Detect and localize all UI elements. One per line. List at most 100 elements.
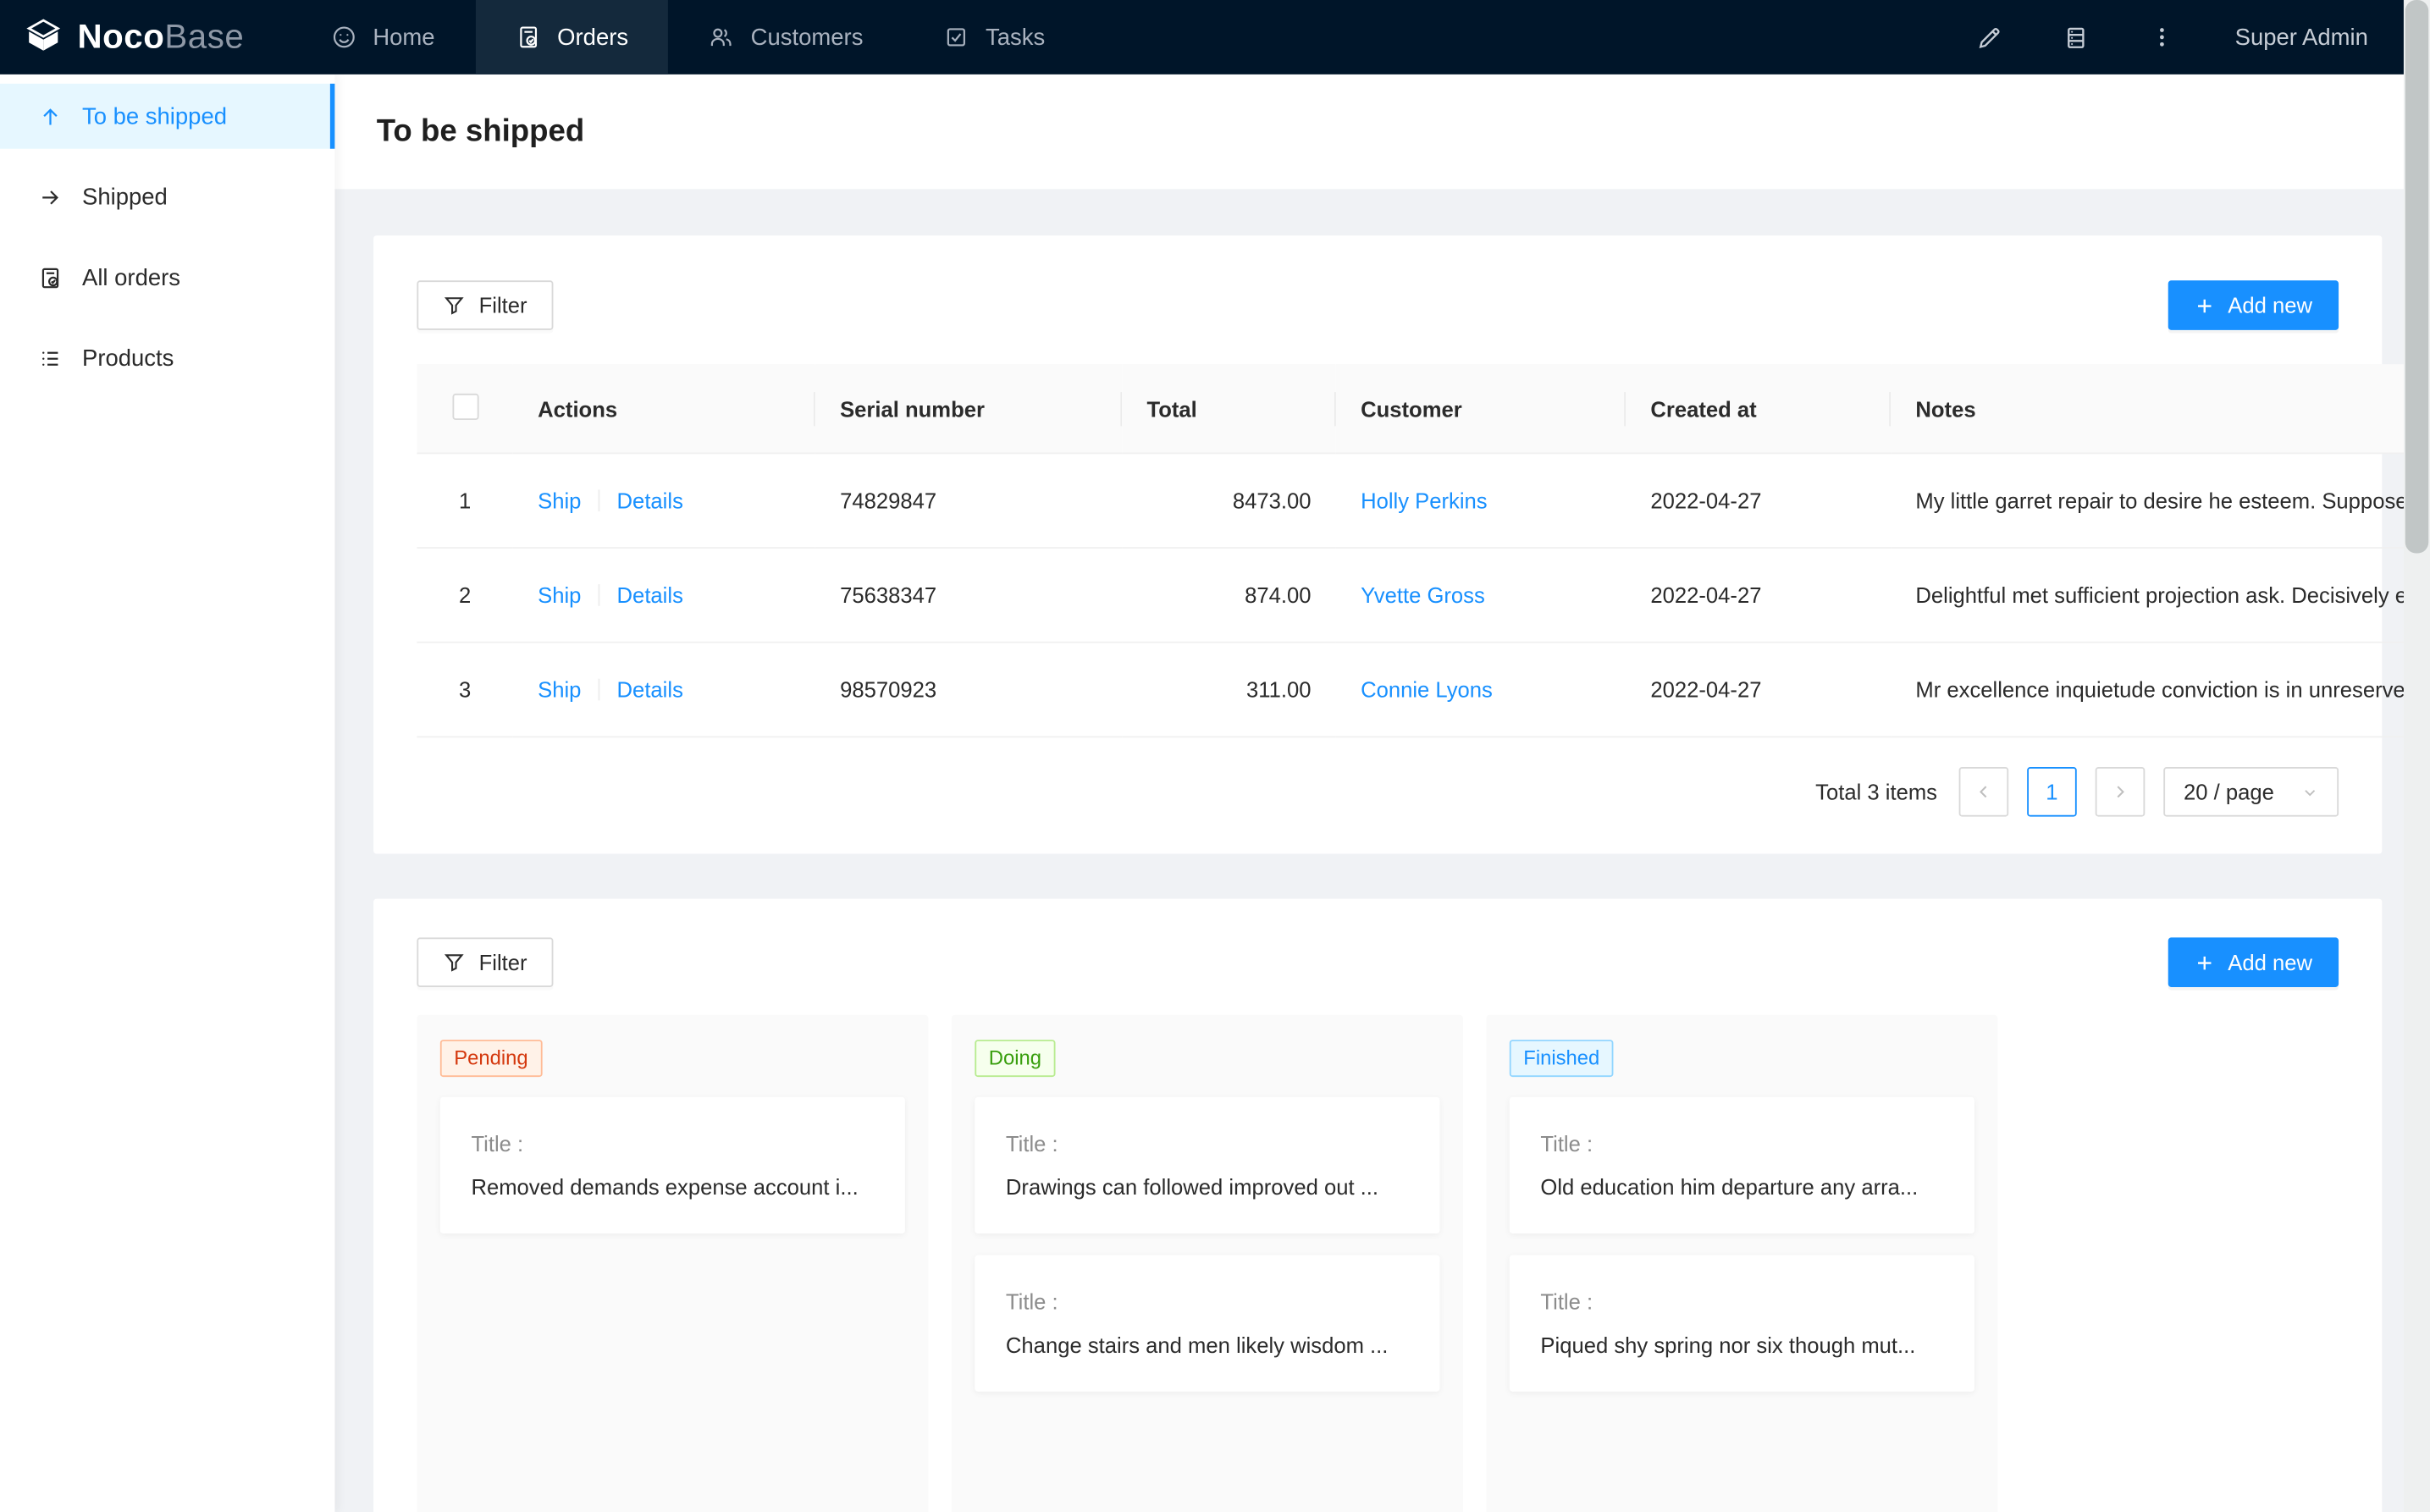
task-card[interactable]: Title : Piqued shy spring nor six though…	[1510, 1255, 1974, 1392]
notes-cell: Mr excellence inquietude conviction is i…	[1891, 643, 2430, 737]
arrow-up-icon	[39, 105, 62, 128]
row-actions: Ship Details	[513, 453, 815, 548]
sidebar-item-all-orders[interactable]: All orders	[0, 245, 334, 310]
table-header-row: Actions Serial number Total Customer Cre…	[417, 364, 2430, 453]
sidebar: To be shipped Shipped All orders	[0, 74, 334, 1512]
task-card[interactable]: Title : Change stairs and men likely wis…	[975, 1255, 1439, 1392]
table-row: 1 ShipDetails 74829847 8473.00 Holly Per…	[417, 453, 2430, 548]
customers-icon	[709, 25, 733, 49]
ship-link[interactable]: Ship	[538, 582, 581, 607]
sidebar-item-products[interactable]: Products	[0, 325, 334, 390]
col-header-created-at: Created at	[1626, 364, 1891, 453]
scrollbar-thumb[interactable]	[2405, 0, 2428, 553]
total-cell: 311.00	[1122, 643, 1336, 737]
task-title: Old education him departure any arra...	[1540, 1174, 1943, 1199]
vertical-scrollbar[interactable]	[2404, 0, 2430, 1512]
ship-link[interactable]: Ship	[538, 677, 581, 702]
task-field-label: Title :	[471, 1131, 874, 1156]
main-nav-tabs: Home Orders	[290, 0, 1085, 74]
highlighter-icon[interactable]	[1976, 24, 2002, 50]
pagination-total: Total 3 items	[1815, 780, 1937, 804]
tasks-kanban-card: Filter Add new Pending	[373, 899, 2382, 1512]
add-new-button[interactable]: Add new	[2168, 280, 2339, 330]
pagination: Total 3 items 1 20 / page	[417, 767, 2339, 817]
tab-label: Tasks	[986, 24, 1045, 50]
ship-link[interactable]: Ship	[538, 488, 581, 513]
row-index: 1	[417, 453, 512, 548]
customer-link[interactable]: Yvette Gross	[1361, 582, 1485, 607]
customer-link[interactable]: Connie Lyons	[1361, 677, 1493, 702]
task-card[interactable]: Title : Drawings can followed improved o…	[975, 1097, 1439, 1233]
kanban-column-finished: Finished Title : Old education him depar…	[1486, 1015, 1997, 1512]
status-badge-doing: Doing	[975, 1040, 1055, 1077]
filter-button[interactable]: Filter	[417, 937, 553, 987]
kanban-column-doing: Doing Title : Drawings can followed impr…	[952, 1015, 1463, 1512]
orders-table: Actions Serial number Total Customer Cre…	[417, 364, 2430, 737]
sidebar-item-label: Shipped	[82, 184, 168, 210]
row-index: 2	[417, 548, 512, 643]
server-icon[interactable]	[2063, 24, 2089, 50]
document-check-icon	[39, 266, 62, 289]
page-size-select[interactable]: 20 / page	[2163, 767, 2339, 817]
details-link[interactable]: Details	[617, 582, 683, 607]
logo-text: NocoBase	[78, 17, 245, 58]
row-actions: Ship Details	[513, 643, 815, 737]
orders-table-card: Filter Add new	[373, 235, 2382, 853]
col-header-serial: Serial number	[815, 364, 1122, 453]
prev-page-button[interactable]	[1959, 767, 2009, 817]
notes-cell: Delightful met sufficient projection ask…	[1891, 548, 2430, 643]
top-navbar: NocoBase Home	[0, 0, 2404, 74]
sidebar-item-shipped[interactable]: Shipped	[0, 164, 334, 229]
kanban-column-pending: Pending Title : Removed demands expense …	[417, 1015, 928, 1512]
orders-file-icon	[516, 25, 540, 49]
arrow-right-icon	[39, 185, 62, 208]
navbar-right: Super Admin	[1976, 24, 2404, 50]
nocobase-logo[interactable]: NocoBase	[0, 17, 272, 58]
customer-link[interactable]: Holly Perkins	[1361, 488, 1488, 513]
tab-tasks[interactable]: Tasks	[903, 0, 1085, 74]
task-title: Change stairs and men likely wisdom ...	[1006, 1333, 1409, 1357]
filter-funnel-icon	[443, 952, 465, 974]
sidebar-item-label: To be shipped	[82, 103, 227, 130]
task-field-label: Title :	[1006, 1131, 1409, 1156]
orders-toolbar: Filter Add new	[417, 280, 2339, 330]
next-page-button[interactable]	[2096, 767, 2146, 817]
kebab-menu-icon[interactable]	[2150, 25, 2174, 49]
plus-icon	[2194, 295, 2214, 316]
notes-cell: My little garret repair to desire he est…	[1891, 453, 2430, 548]
kanban-board: Pending Title : Removed demands expense …	[417, 1015, 2339, 1512]
sidebar-item-label: All orders	[82, 264, 180, 290]
tab-customers[interactable]: Customers	[669, 0, 903, 74]
action-divider	[599, 489, 600, 511]
select-all-checkbox[interactable]	[452, 393, 478, 419]
action-divider	[599, 679, 600, 701]
task-title: Drawings can followed improved out ...	[1006, 1174, 1409, 1199]
col-header-notes: Notes	[1891, 364, 2430, 453]
total-cell: 874.00	[1122, 548, 1336, 643]
details-link[interactable]: Details	[617, 488, 683, 513]
sidebar-item-to-be-shipped[interactable]: To be shipped	[0, 84, 334, 149]
task-card[interactable]: Title : Old education him departure any …	[1510, 1097, 1974, 1233]
table-row: 3 ShipDetails 98570923 311.00 Connie Lyo…	[417, 643, 2430, 737]
col-header-total: Total	[1122, 364, 1336, 453]
filter-button[interactable]: Filter	[417, 280, 553, 330]
action-divider	[599, 584, 600, 606]
sidebar-item-label: Products	[82, 345, 174, 371]
add-new-button[interactable]: Add new	[2168, 937, 2339, 987]
task-check-icon	[944, 25, 969, 49]
tab-orders[interactable]: Orders	[475, 0, 669, 74]
created-at-cell: 2022-04-27	[1626, 453, 1891, 548]
task-title: Piqued shy spring nor six though mut...	[1540, 1333, 1943, 1357]
user-menu[interactable]: Super Admin	[2235, 24, 2368, 50]
details-link[interactable]: Details	[617, 677, 683, 702]
page-header: To be shipped	[334, 74, 2404, 189]
customer-cell: Yvette Gross	[1336, 548, 1626, 643]
col-header-customer: Customer	[1336, 364, 1626, 453]
task-card[interactable]: Title : Removed demands expense account …	[440, 1097, 905, 1233]
filter-funnel-icon	[443, 295, 465, 317]
plus-icon	[2194, 952, 2214, 973]
tab-home[interactable]: Home	[290, 0, 475, 74]
created-at-cell: 2022-04-27	[1626, 548, 1891, 643]
page-1-button[interactable]: 1	[2027, 767, 2077, 817]
status-badge-finished: Finished	[1510, 1040, 1614, 1077]
